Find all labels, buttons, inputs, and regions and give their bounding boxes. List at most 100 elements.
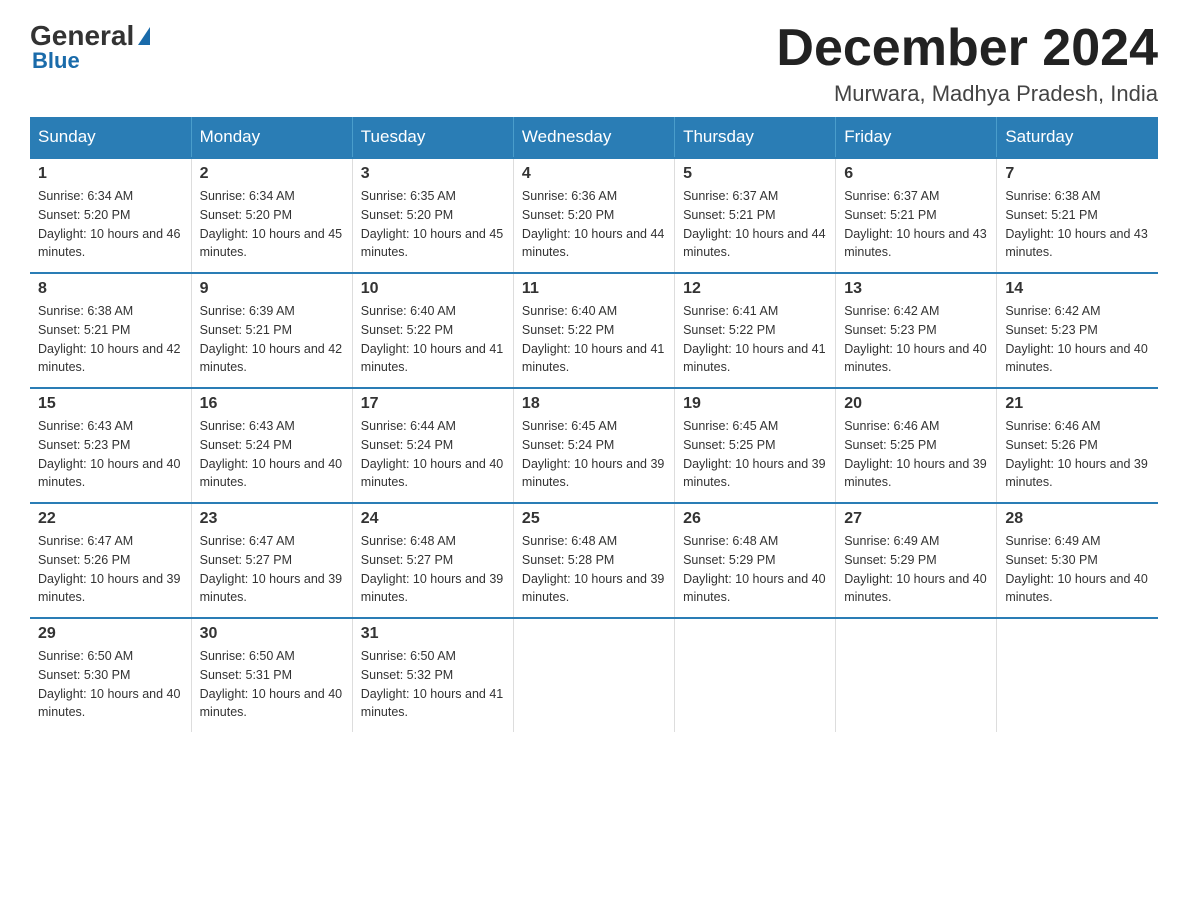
day-number: 8 xyxy=(38,280,183,298)
day-info: Sunrise: 6:43 AMSunset: 5:23 PMDaylight:… xyxy=(38,417,183,492)
calendar-cell: 30Sunrise: 6:50 AMSunset: 5:31 PMDayligh… xyxy=(191,618,352,732)
calendar-cell: 21 Sunrise: 6:46 AMSunset: 5:26 PMDayligh… xyxy=(997,388,1158,503)
calendar-cell: 2 Sunrise: 6:34 AMSunset: 5:20 PMDaylight… xyxy=(191,158,352,273)
day-of-week-header: Friday xyxy=(836,117,997,158)
week-row: 8 Sunrise: 6:38 AMSunset: 5:21 PMDaylight… xyxy=(30,273,1158,388)
day-of-week-header: Monday xyxy=(191,117,352,158)
day-number: 5 xyxy=(683,165,827,183)
day-info: Sunrise: 6:35 AMSunset: 5:20 PMDaylight:… xyxy=(361,187,505,262)
day-info: Sunrise: 6:46 AMSunset: 5:26 PMDaylight:… xyxy=(1005,417,1150,492)
page-header: General Blue December 2024 Murwara, Madh… xyxy=(30,20,1158,107)
logo-triangle-icon xyxy=(138,27,150,45)
calendar-table: SundayMondayTuesdayWednesdayThursdayFrid… xyxy=(30,117,1158,732)
calendar-cell: 1 Sunrise: 6:34 AMSunset: 5:20 PMDaylight… xyxy=(30,158,191,273)
day-number: 17 xyxy=(361,395,505,413)
day-info: Sunrise: 6:42 AMSunset: 5:23 PMDaylight:… xyxy=(844,302,988,377)
day-of-week-header: Wednesday xyxy=(513,117,674,158)
day-number: 26 xyxy=(683,510,827,528)
day-info: Sunrise: 6:40 AMSunset: 5:22 PMDaylight:… xyxy=(361,302,505,377)
calendar-cell: 18 Sunrise: 6:45 AMSunset: 5:24 PMDayligh… xyxy=(513,388,674,503)
calendar-cell: 11Sunrise: 6:40 AMSunset: 5:22 PMDayligh… xyxy=(513,273,674,388)
days-of-week-row: SundayMondayTuesdayWednesdayThursdayFrid… xyxy=(30,117,1158,158)
calendar-cell: 19 Sunrise: 6:45 AMSunset: 5:25 PMDayligh… xyxy=(675,388,836,503)
calendar-cell: 23 Sunrise: 6:47 AMSunset: 5:27 PMDayligh… xyxy=(191,503,352,618)
day-info: Sunrise: 6:42 AMSunset: 5:23 PMDaylight:… xyxy=(1005,302,1150,377)
day-number: 31 xyxy=(361,625,505,643)
day-number: 24 xyxy=(361,510,505,528)
location-title: Murwara, Madhya Pradesh, India xyxy=(776,81,1158,107)
day-number: 10 xyxy=(361,280,505,298)
calendar-cell: 14 Sunrise: 6:42 AMSunset: 5:23 PMDayligh… xyxy=(997,273,1158,388)
day-number: 23 xyxy=(200,510,344,528)
day-number: 6 xyxy=(844,165,988,183)
day-info: Sunrise: 6:34 AMSunset: 5:20 PMDaylight:… xyxy=(38,187,183,262)
day-of-week-header: Saturday xyxy=(997,117,1158,158)
day-info: Sunrise: 6:37 AMSunset: 5:21 PMDaylight:… xyxy=(683,187,827,262)
calendar-cell: 3Sunrise: 6:35 AMSunset: 5:20 PMDaylight… xyxy=(352,158,513,273)
day-info: Sunrise: 6:48 AMSunset: 5:27 PMDaylight:… xyxy=(361,532,505,607)
day-number: 21 xyxy=(1005,395,1150,413)
day-info: Sunrise: 6:50 AMSunset: 5:31 PMDaylight:… xyxy=(200,647,344,722)
day-number: 19 xyxy=(683,395,827,413)
calendar-cell: 29 Sunrise: 6:50 AMSunset: 5:30 PMDayligh… xyxy=(30,618,191,732)
day-info: Sunrise: 6:34 AMSunset: 5:20 PMDaylight:… xyxy=(200,187,344,262)
day-info: Sunrise: 6:48 AMSunset: 5:29 PMDaylight:… xyxy=(683,532,827,607)
day-number: 29 xyxy=(38,625,183,643)
calendar-cell: 4Sunrise: 6:36 AMSunset: 5:20 PMDaylight… xyxy=(513,158,674,273)
day-info: Sunrise: 6:48 AMSunset: 5:28 PMDaylight:… xyxy=(522,532,666,607)
week-row: 29 Sunrise: 6:50 AMSunset: 5:30 PMDayligh… xyxy=(30,618,1158,732)
calendar-cell: 25 Sunrise: 6:48 AMSunset: 5:28 PMDayligh… xyxy=(513,503,674,618)
day-info: Sunrise: 6:49 AMSunset: 5:29 PMDaylight:… xyxy=(844,532,988,607)
calendar-cell: 10 Sunrise: 6:40 AMSunset: 5:22 PMDayligh… xyxy=(352,273,513,388)
calendar-cell xyxy=(513,618,674,732)
calendar-cell: 27 Sunrise: 6:49 AMSunset: 5:29 PMDayligh… xyxy=(836,503,997,618)
day-info: Sunrise: 6:39 AMSunset: 5:21 PMDaylight:… xyxy=(200,302,344,377)
calendar-cell: 22 Sunrise: 6:47 AMSunset: 5:26 PMDayligh… xyxy=(30,503,191,618)
day-number: 13 xyxy=(844,280,988,298)
day-number: 2 xyxy=(200,165,344,183)
day-number: 22 xyxy=(38,510,183,528)
day-info: Sunrise: 6:41 AMSunset: 5:22 PMDaylight:… xyxy=(683,302,827,377)
day-number: 14 xyxy=(1005,280,1150,298)
day-info: Sunrise: 6:38 AMSunset: 5:21 PMDaylight:… xyxy=(1005,187,1150,262)
calendar-cell xyxy=(675,618,836,732)
calendar-cell: 9 Sunrise: 6:39 AMSunset: 5:21 PMDaylight… xyxy=(191,273,352,388)
day-number: 7 xyxy=(1005,165,1150,183)
logo-blue-text: Blue xyxy=(32,48,80,74)
week-row: 15 Sunrise: 6:43 AMSunset: 5:23 PMDayligh… xyxy=(30,388,1158,503)
day-number: 1 xyxy=(38,165,183,183)
calendar-cell: 8 Sunrise: 6:38 AMSunset: 5:21 PMDaylight… xyxy=(30,273,191,388)
day-info: Sunrise: 6:50 AMSunset: 5:32 PMDaylight:… xyxy=(361,647,505,722)
day-info: Sunrise: 6:43 AMSunset: 5:24 PMDaylight:… xyxy=(200,417,344,492)
day-info: Sunrise: 6:47 AMSunset: 5:26 PMDaylight:… xyxy=(38,532,183,607)
calendar-cell: 13 Sunrise: 6:42 AMSunset: 5:23 PMDayligh… xyxy=(836,273,997,388)
day-number: 12 xyxy=(683,280,827,298)
calendar-cell: 24 Sunrise: 6:48 AMSunset: 5:27 PMDayligh… xyxy=(352,503,513,618)
calendar-cell: 17Sunrise: 6:44 AMSunset: 5:24 PMDayligh… xyxy=(352,388,513,503)
day-number: 16 xyxy=(200,395,344,413)
day-of-week-header: Thursday xyxy=(675,117,836,158)
day-number: 15 xyxy=(38,395,183,413)
day-info: Sunrise: 6:45 AMSunset: 5:25 PMDaylight:… xyxy=(683,417,827,492)
calendar-cell: 15 Sunrise: 6:43 AMSunset: 5:23 PMDayligh… xyxy=(30,388,191,503)
day-number: 27 xyxy=(844,510,988,528)
day-info: Sunrise: 6:45 AMSunset: 5:24 PMDaylight:… xyxy=(522,417,666,492)
calendar-body: 1 Sunrise: 6:34 AMSunset: 5:20 PMDaylight… xyxy=(30,158,1158,732)
day-info: Sunrise: 6:49 AMSunset: 5:30 PMDaylight:… xyxy=(1005,532,1150,607)
calendar-cell: 12 Sunrise: 6:41 AMSunset: 5:22 PMDayligh… xyxy=(675,273,836,388)
calendar-cell xyxy=(997,618,1158,732)
calendar-cell: 26 Sunrise: 6:48 AMSunset: 5:29 PMDayligh… xyxy=(675,503,836,618)
calendar-header: SundayMondayTuesdayWednesdayThursdayFrid… xyxy=(30,117,1158,158)
calendar-cell: 31 Sunrise: 6:50 AMSunset: 5:32 PMDayligh… xyxy=(352,618,513,732)
day-number: 25 xyxy=(522,510,666,528)
calendar-cell: 16 Sunrise: 6:43 AMSunset: 5:24 PMDayligh… xyxy=(191,388,352,503)
day-info: Sunrise: 6:47 AMSunset: 5:27 PMDaylight:… xyxy=(200,532,344,607)
day-number: 9 xyxy=(200,280,344,298)
day-number: 18 xyxy=(522,395,666,413)
week-row: 22 Sunrise: 6:47 AMSunset: 5:26 PMDayligh… xyxy=(30,503,1158,618)
calendar-cell: 7 Sunrise: 6:38 AMSunset: 5:21 PMDaylight… xyxy=(997,158,1158,273)
day-info: Sunrise: 6:46 AMSunset: 5:25 PMDaylight:… xyxy=(844,417,988,492)
day-info: Sunrise: 6:38 AMSunset: 5:21 PMDaylight:… xyxy=(38,302,183,377)
day-info: Sunrise: 6:50 AMSunset: 5:30 PMDaylight:… xyxy=(38,647,183,722)
title-area: December 2024 Murwara, Madhya Pradesh, I… xyxy=(776,20,1158,107)
